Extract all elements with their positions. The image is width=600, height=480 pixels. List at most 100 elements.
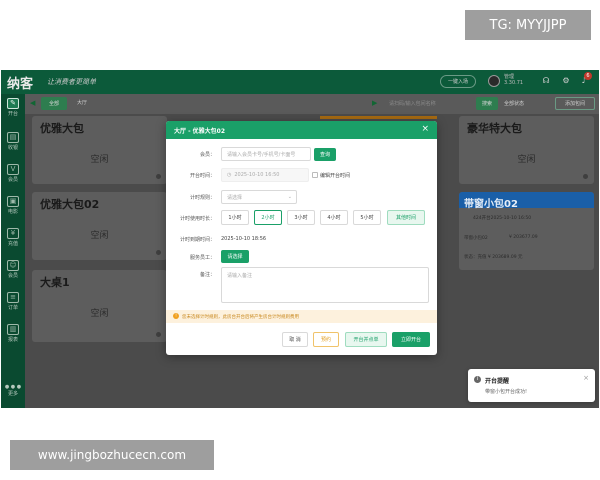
edit-start-time-label: 编辑开台时间 xyxy=(320,173,351,179)
warning-icon: ! xyxy=(173,313,179,319)
reserve-button[interactable]: 预约 xyxy=(313,332,339,347)
duration-option[interactable]: 4小时 xyxy=(320,210,348,225)
app-window: 纳客 让消费者更简单 一键入场 管理 3.30.71 ☊ ⚙ ♪ 6 ✎ 开台 … xyxy=(1,70,599,408)
report-icon: ▥ xyxy=(7,324,19,335)
duration-option[interactable]: 5小时 xyxy=(353,210,381,225)
room-card-edge xyxy=(320,116,437,119)
sidebar-item-label: 更多 xyxy=(7,391,18,397)
sidebar-item-label: 会员 xyxy=(7,177,18,183)
duration-option[interactable]: 1小时 xyxy=(221,210,249,225)
sidebar-item-vip[interactable]: V 会员 xyxy=(1,164,25,183)
toast-message: 带窗小包开台成功! xyxy=(485,389,528,395)
room-card[interactable]: 豪华特大包 空闲 xyxy=(459,116,594,184)
sidebar-item-label: 会员 xyxy=(7,273,18,279)
room-open-info: 424开台2025-10-10 16:50 xyxy=(473,216,532,221)
start-time-label: 开台时间： xyxy=(189,173,215,179)
tabs-next-icon[interactable]: ▶ xyxy=(372,99,377,107)
recharge-icon: ¥ xyxy=(7,228,19,239)
dialog-header: 大厅 - 优雅大包02 × xyxy=(166,121,437,139)
headset-icon[interactable]: ☊ xyxy=(541,76,551,86)
toast-title: 开台提醒 xyxy=(485,378,510,385)
notification-badge: 6 xyxy=(584,72,592,80)
room-amount: ¥ 203677.09 xyxy=(509,235,538,240)
sidebar-item-label: 开台 xyxy=(7,111,18,117)
room-detail: 带窗小包02 xyxy=(464,236,488,241)
rule-select-value: 请选择 xyxy=(227,194,243,201)
room-card-busy[interactable]: 带窗小包02 424开台2025-10-10 16:50 带窗小包02 ¥ 20… xyxy=(459,192,594,270)
room-name: 豪华特大包 xyxy=(467,122,522,135)
member-icon: ☺ xyxy=(7,260,19,271)
sidebar-item-more[interactable]: ● ● ● 更多 xyxy=(1,384,25,397)
room-name: 大桌1 xyxy=(40,276,70,289)
close-icon[interactable]: × xyxy=(421,124,429,134)
room-name: 优雅大包02 xyxy=(40,198,100,211)
watermark-top: TG: MYYJJPP xyxy=(465,10,591,40)
room-card-header: 带窗小包02 xyxy=(459,192,594,210)
room-search-input[interactable]: 请扫码/输入包间名称 xyxy=(389,100,436,107)
chevron-down-icon: ⌄ xyxy=(287,194,292,200)
warning-text: 您未选择计时规则，此房台开台后将产生房台计时规则费用 xyxy=(182,315,299,320)
sidebar-item-label: 充值 xyxy=(7,241,18,247)
cancel-button[interactable]: 取 消 xyxy=(282,332,308,347)
info-icon: i xyxy=(474,376,481,383)
remark-textarea[interactable]: 请输入备注 xyxy=(221,267,429,303)
sidebar-item-film[interactable]: ▣ 电影 xyxy=(1,196,25,215)
add-room-button[interactable]: 添加包间 xyxy=(555,97,595,110)
sidebar-item-recharge[interactable]: ¥ 充值 xyxy=(1,228,25,247)
vip-icon: V xyxy=(7,164,19,175)
open-now-button[interactable]: 立即开台 xyxy=(392,332,430,347)
room-name: 带窗小包02 xyxy=(464,199,518,210)
receipt-icon: ▤ xyxy=(7,132,19,143)
room-card[interactable]: 优雅大包02 空闲 xyxy=(32,192,167,260)
member-label: 会员： xyxy=(199,152,215,158)
close-icon[interactable]: × xyxy=(583,374,589,382)
tabs-prev-icon[interactable]: ◀ xyxy=(30,99,35,107)
room-status: 空闲 xyxy=(90,155,109,165)
sidebar-item-label: 订单 xyxy=(7,305,18,311)
app-logo: 纳客 xyxy=(7,77,34,92)
duration-option-selected[interactable]: 2小时 xyxy=(254,210,282,225)
film-icon: ▣ xyxy=(7,196,19,207)
start-time-input[interactable]: ◷ 2025-10-10 16:50 xyxy=(221,168,309,182)
area-tabs-bar: ◀ 全部 大厅 ▶ 请扫码/输入包间名称 搜索 全部状态 添加包间 xyxy=(25,94,599,114)
sidebar-item-report[interactable]: ▥ 报表 xyxy=(1,324,25,343)
sidebar-item-member[interactable]: ☺ 会员 xyxy=(1,260,25,279)
tab-all[interactable]: 全部 xyxy=(41,97,67,110)
gear-icon[interactable]: ⚙ xyxy=(561,76,571,86)
room-card[interactable]: 优雅大包 空闲 xyxy=(32,116,167,184)
open-and-order-button[interactable]: 开台并点单 xyxy=(345,332,387,347)
success-toast: i 开台提醒 带窗小包开台成功! × xyxy=(468,369,595,402)
sidebar-item-cashier[interactable]: ▤ 收银 xyxy=(1,132,25,151)
open-room-dialog: 大厅 - 优雅大包02 × 会员： 请输入会员卡号/手机号/卡面号 查询 开台时… xyxy=(166,121,437,355)
watermark-bottom: www.jingbozhucecn.com xyxy=(10,440,214,470)
edit-start-time-checkbox[interactable] xyxy=(312,172,318,178)
order-icon: ≡ xyxy=(7,292,19,303)
user-info[interactable]: 管理 3.30.71 xyxy=(504,74,523,86)
sidebar-item-order[interactable]: ≡ 订单 xyxy=(1,292,25,311)
query-button[interactable]: 查询 xyxy=(314,148,336,161)
top-header: 纳客 让消费者更简单 一键入场 管理 3.30.71 ☊ ⚙ ♪ 6 xyxy=(1,70,599,94)
dialog-title: 大厅 - 优雅大包02 xyxy=(174,128,226,135)
sidebar-item-label: 电影 xyxy=(7,209,18,215)
avatar[interactable] xyxy=(488,75,500,87)
duration-option[interactable]: 3小时 xyxy=(287,210,315,225)
room-balance: 状态：充值 ¥ 203689.09 元 xyxy=(464,255,523,260)
room-indicator-icon xyxy=(156,250,161,255)
end-time-value: 2025-10-10 18:56 xyxy=(221,236,267,242)
search-button[interactable]: 搜索 xyxy=(476,97,498,110)
room-status: 空闲 xyxy=(90,309,109,319)
staff-select-button[interactable]: 请选择 xyxy=(221,250,249,263)
quick-entry-button[interactable]: 一键入场 xyxy=(440,75,476,88)
rule-select[interactable]: 请选择 ⌄ xyxy=(221,190,297,204)
sidebar-item-open[interactable]: ✎ 开台 xyxy=(1,98,25,117)
sidebar-item-label: 报表 xyxy=(7,337,18,343)
status-filter-select[interactable]: 全部状态 xyxy=(504,100,524,107)
tab-hall[interactable]: 大厅 xyxy=(77,99,87,106)
room-card[interactable]: 大桌1 空闲 xyxy=(32,270,167,342)
other-time-button[interactable]: 其他时间 xyxy=(387,210,425,225)
room-name: 优雅大包 xyxy=(40,122,84,135)
member-search-input[interactable]: 请输入会员卡号/手机号/卡面号 xyxy=(221,147,311,161)
remark-label: 备注： xyxy=(199,272,215,278)
sidebar: ✎ 开台 ▤ 收银 V 会员 ▣ 电影 ¥ 充值 ☺ 会员 ≡ 订单 ▥ 报表 … xyxy=(1,94,25,408)
staff-label: 服务员工： xyxy=(189,255,215,261)
